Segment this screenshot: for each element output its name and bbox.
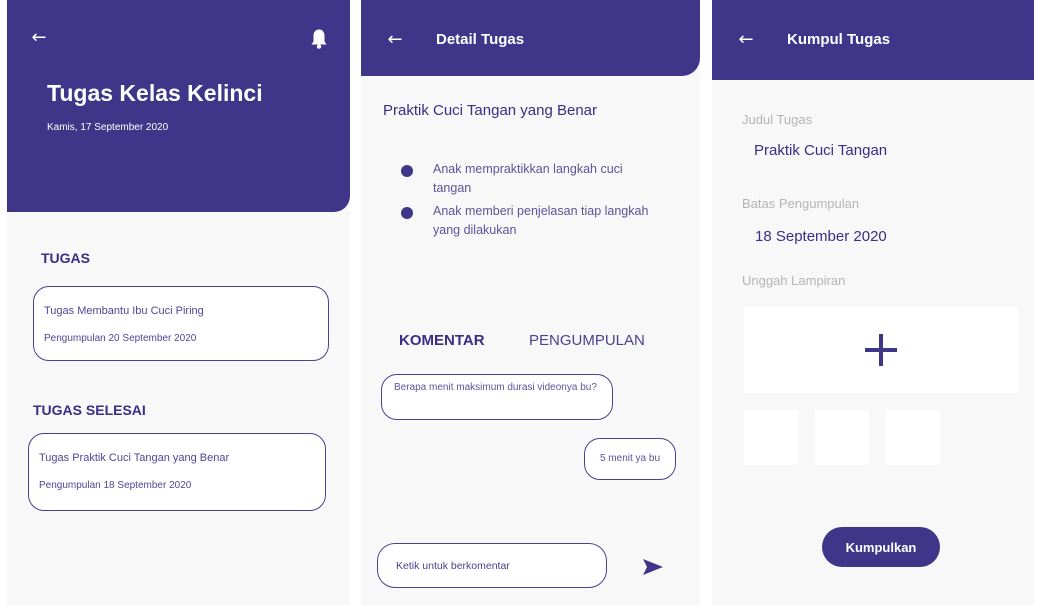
tab-pengumpulan[interactable]: PENGUMPULAN (529, 332, 645, 349)
attachment-thumbnail[interactable] (815, 410, 869, 465)
back-button[interactable]: ← (385, 30, 405, 50)
objective-item: Anak memberi penjelasan tiap langkah yan… (433, 204, 649, 237)
detail-header: ← Detail Tugas (361, 0, 700, 76)
arrow-left-icon: ← (738, 29, 754, 50)
notification-button[interactable] (308, 26, 330, 52)
comment-input[interactable] (377, 543, 607, 588)
send-icon (643, 559, 663, 575)
task-card-completed[interactable]: Tugas Praktik Cuci Tangan yang Benar Pen… (28, 433, 326, 511)
task-detail-screen: ← Detail Tugas Praktik Cuci Tangan yang … (361, 0, 700, 605)
arrow-left-icon: ← (31, 27, 47, 48)
attachment-thumbnail[interactable] (744, 410, 798, 465)
plus-icon (865, 334, 897, 366)
submit-button[interactable]: Kumpulkan (822, 527, 940, 567)
attachment-thumbnail[interactable] (886, 410, 940, 465)
bullet-icon (401, 165, 413, 177)
back-button[interactable]: ← (29, 28, 49, 48)
class-header: ← Tugas Kelas Kelinci Kamis, 17 Septembe… (7, 0, 350, 212)
task-list-screen: ← Tugas Kelas Kelinci Kamis, 17 Septembe… (7, 0, 350, 605)
batas-pengumpulan-label: Batas Pengumpulan (742, 196, 860, 211)
task-title: Praktik Cuci Tangan yang Benar (383, 102, 598, 119)
back-button[interactable]: ← (736, 30, 756, 50)
send-button[interactable] (641, 556, 665, 578)
comment-bubble-sent: 5 menit ya bu (584, 438, 676, 480)
submit-task-screen: ← Kumpul Tugas Judul Tugas Praktik Cuci … (712, 0, 1034, 605)
tugas-selesai-section-label: TUGAS SELESAI (33, 402, 146, 418)
task-card-active[interactable]: Tugas Membantu Ibu Cuci Piring Pengumpul… (33, 286, 329, 361)
arrow-left-icon: ← (387, 29, 403, 50)
objective-item: Anak mempraktikkan langkah cuci tangan (433, 162, 623, 195)
upload-attachment-button[interactable] (744, 307, 1018, 393)
batas-pengumpulan-value: 18 September 2020 (755, 228, 887, 245)
task-card-title: Tugas Praktik Cuci Tangan yang Benar (39, 452, 230, 464)
judul-tugas-label: Judul Tugas (742, 112, 813, 127)
page-title: Tugas Kelas Kelinci (47, 80, 263, 106)
submit-header: ← Kumpul Tugas (712, 0, 1034, 80)
task-card-deadline: Pengumpulan 18 September 2020 (39, 480, 192, 491)
task-card-deadline: Pengumpulan 20 September 2020 (44, 333, 197, 344)
task-card-title: Tugas Membantu Ibu Cuci Piring (44, 305, 204, 317)
unggah-lampiran-label: Unggah Lampiran (742, 273, 846, 288)
comment-bubble-received: Berapa menit maksimum durasi videonya bu… (381, 374, 613, 420)
tab-komentar[interactable]: KOMENTAR (399, 332, 485, 349)
judul-tugas-value: Praktik Cuci Tangan (754, 142, 888, 159)
bell-icon (311, 29, 327, 49)
page-date: Kamis, 17 September 2020 (47, 122, 169, 133)
header-title: Kumpul Tugas (787, 31, 891, 48)
tugas-section-label: TUGAS (41, 250, 90, 266)
header-title: Detail Tugas (436, 31, 525, 48)
bullet-icon (401, 207, 413, 219)
